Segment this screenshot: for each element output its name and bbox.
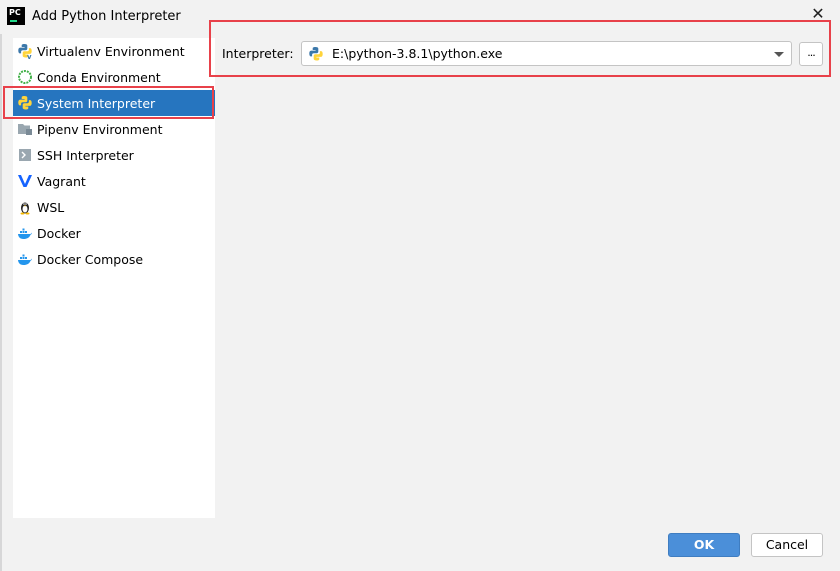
conda-ring-icon: [17, 69, 33, 85]
terminal-icon: [17, 147, 33, 163]
interpreter-type-list: v Virtualenv Environment Conda Environme…: [13, 38, 215, 518]
interpreter-select[interactable]: E:\python-3.8.1\python.exe: [301, 41, 792, 66]
sidebar-item-label: Pipenv Environment: [37, 121, 163, 137]
cancel-button[interactable]: Cancel: [751, 533, 823, 557]
sidebar-item-label: Docker Compose: [37, 251, 144, 267]
docker-whale-icon: [17, 225, 33, 241]
sidebar-item-pipenv[interactable]: Pipenv Environment: [13, 116, 215, 142]
sidebar-item-label: Virtualenv Environment: [37, 43, 185, 59]
chevron-down-icon[interactable]: [774, 52, 784, 57]
sidebar-item-label: SSH Interpreter: [37, 147, 134, 163]
ok-button[interactable]: OK: [668, 533, 740, 557]
sidebar-item-conda[interactable]: Conda Environment: [13, 64, 215, 90]
interpreter-settings-panel: [215, 34, 840, 514]
sidebar-item-docker[interactable]: Docker: [13, 220, 215, 246]
sidebar-item-virtualenv[interactable]: v Virtualenv Environment: [13, 38, 215, 64]
docker-whale-icon: [17, 251, 33, 267]
python-icon: [308, 46, 324, 62]
sidebar-item-label: System Interpreter: [37, 95, 156, 111]
python-icon: [17, 95, 33, 111]
background-window-edge: [0, 34, 2, 571]
sidebar-item-docker-compose[interactable]: Docker Compose: [13, 246, 215, 272]
sidebar-item-label: Vagrant: [37, 173, 86, 189]
interpreter-path-value: E:\python-3.8.1\python.exe: [332, 46, 503, 61]
window-title: Add Python Interpreter: [32, 9, 181, 24]
sidebar-item-wsl[interactable]: WSL: [13, 194, 215, 220]
sidebar-item-ssh[interactable]: SSH Interpreter: [13, 142, 215, 168]
virtualenv-python-icon: v: [17, 43, 33, 61]
pycharm-app-icon: PC: [7, 7, 25, 25]
sidebar-item-label: Conda Environment: [37, 69, 161, 85]
linux-penguin-icon: [17, 199, 33, 215]
sidebar-item-vagrant[interactable]: Vagrant: [13, 168, 215, 194]
interpreter-label: Interpreter:: [222, 46, 294, 61]
vagrant-v-icon: [17, 173, 33, 189]
sidebar-item-label: WSL: [37, 199, 65, 215]
browse-button[interactable]: ...: [799, 42, 823, 66]
sidebar-item-label: Docker: [37, 225, 81, 241]
svg-text:v: v: [27, 53, 32, 59]
sidebar-item-system-interpreter[interactable]: System Interpreter: [13, 90, 215, 116]
close-icon[interactable]: ✕: [810, 6, 826, 22]
pipenv-folder-icon: [17, 121, 33, 137]
title-bar: PC Add Python Interpreter ✕: [0, 0, 840, 34]
